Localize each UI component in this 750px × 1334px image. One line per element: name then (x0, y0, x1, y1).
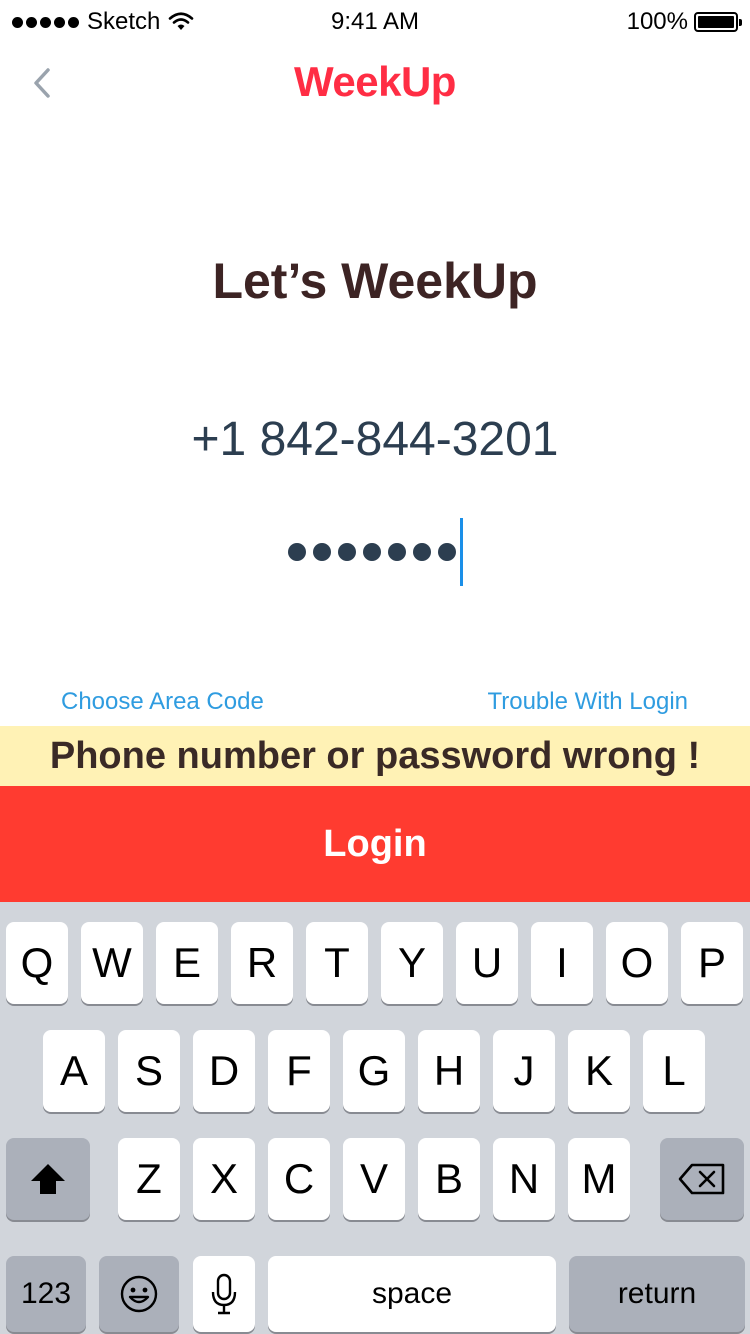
page-title: Let’s WeekUp (212, 253, 538, 309)
password-dot (287, 543, 306, 561)
emoji-icon (120, 1275, 158, 1313)
battery-percent: 100% (626, 8, 688, 35)
password-dot (312, 543, 331, 561)
key-k[interactable]: K (568, 1030, 630, 1112)
password-dot (362, 543, 381, 561)
key-n[interactable]: N (493, 1138, 555, 1220)
delete-key[interactable] (660, 1138, 744, 1220)
password-dot (337, 543, 356, 561)
numbers-key-label: 123 (20, 1277, 72, 1310)
phone-number-field[interactable]: +1 842-844-3201 (0, 412, 750, 467)
trouble-login-link[interactable]: Trouble With Login (487, 688, 688, 716)
password-field[interactable] (0, 518, 750, 586)
key-b[interactable]: B (418, 1138, 480, 1220)
key-h[interactable]: H (418, 1030, 480, 1112)
key-c[interactable]: C (268, 1138, 330, 1220)
key-e[interactable]: E (156, 922, 218, 1004)
key-d[interactable]: D (193, 1030, 255, 1112)
microphone-key[interactable] (193, 1256, 255, 1332)
key-l[interactable]: L (643, 1030, 705, 1112)
key-w[interactable]: W (81, 922, 143, 1004)
battery-icon (694, 12, 742, 32)
login-button[interactable]: Login (0, 786, 750, 902)
password-dot (437, 543, 456, 561)
error-banner: Phone number or password wrong ! (0, 726, 750, 786)
key-r[interactable]: R (231, 922, 293, 1004)
choose-area-code-link[interactable]: Choose Area Code (61, 688, 264, 716)
password-dot (412, 543, 431, 561)
key-g[interactable]: G (343, 1030, 405, 1112)
numbers-key[interactable]: 123 (6, 1256, 86, 1332)
key-u[interactable]: U (456, 922, 518, 1004)
key-v[interactable]: V (343, 1138, 405, 1220)
key-a[interactable]: A (43, 1030, 105, 1112)
backspace-icon (678, 1163, 725, 1195)
emoji-key[interactable] (99, 1256, 179, 1332)
key-f[interactable]: F (268, 1030, 330, 1112)
text-caret (459, 518, 463, 586)
key-x[interactable]: X (193, 1138, 255, 1220)
brand-logo: WeekUp (294, 58, 456, 105)
microphone-icon (211, 1273, 237, 1315)
space-key[interactable]: space (268, 1256, 556, 1332)
key-q[interactable]: Q (6, 922, 68, 1004)
key-y[interactable]: Y (381, 922, 443, 1004)
password-mask (287, 543, 456, 561)
shift-key[interactable] (6, 1138, 90, 1220)
key-o[interactable]: O (606, 922, 668, 1004)
key-t[interactable]: T (306, 922, 368, 1004)
key-m[interactable]: M (568, 1138, 630, 1220)
keyboard: 123 space return QWERTYUIOP ASDFGHJKL ZXCV… (0, 902, 750, 1334)
status-bar: Sketch 9:41 AM 100% (0, 0, 750, 44)
key-s[interactable]: S (118, 1030, 180, 1112)
shift-arrow-icon (31, 1164, 65, 1194)
battery-level (698, 16, 734, 28)
key-p[interactable]: P (681, 922, 743, 1004)
status-right: 100% (626, 8, 742, 36)
key-z[interactable]: Z (118, 1138, 180, 1220)
key-j[interactable]: J (493, 1030, 555, 1112)
return-key[interactable]: return (569, 1256, 745, 1332)
key-i[interactable]: I (531, 922, 593, 1004)
password-dot (387, 543, 406, 561)
